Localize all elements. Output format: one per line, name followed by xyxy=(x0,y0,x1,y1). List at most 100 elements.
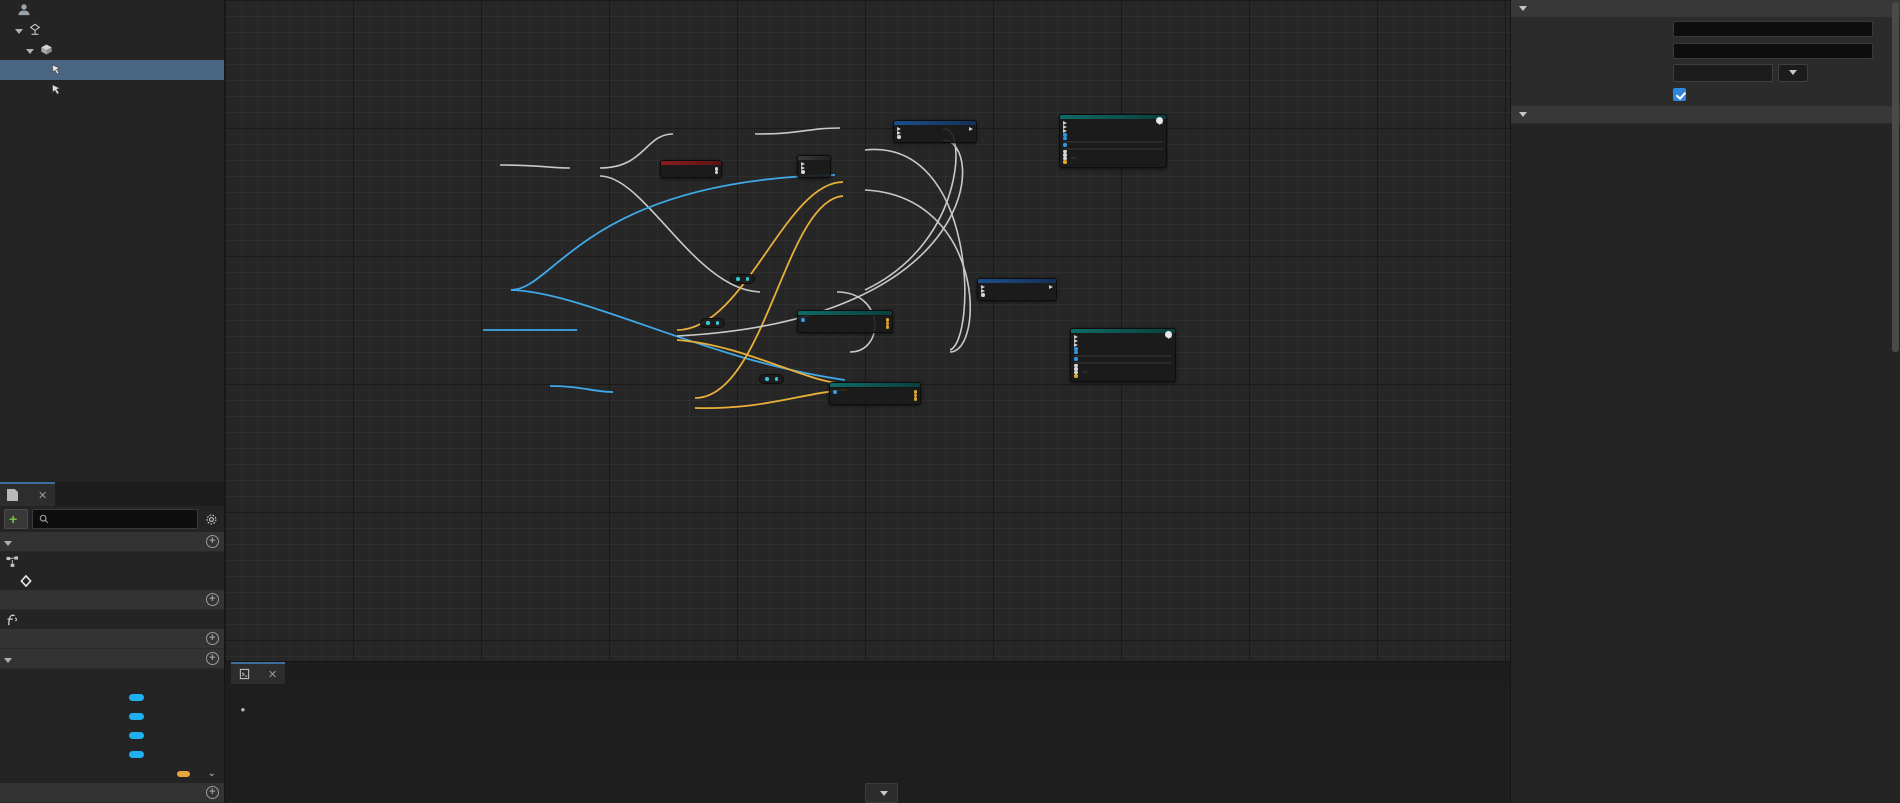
variable-item[interactable]: ⌄ xyxy=(0,764,224,783)
expand-triangle-icon[interactable] xyxy=(26,45,37,56)
category-dropdown-button[interactable] xyxy=(1778,63,1808,82)
static-mesh-icon xyxy=(39,43,54,57)
data-pin-icon[interactable] xyxy=(1074,374,1078,378)
component-tree-item[interactable] xyxy=(0,40,224,60)
component-tree-item[interactable] xyxy=(0,60,224,80)
section-header-graphs[interactable]: + xyxy=(0,532,224,552)
page-button[interactable] xyxy=(865,783,898,803)
variable-item[interactable] xyxy=(0,688,224,707)
event-graph-canvas[interactable] xyxy=(225,0,1510,661)
data-pin-icon[interactable] xyxy=(714,170,718,174)
data-pin-icon[interactable] xyxy=(833,390,837,394)
data-pin-icon[interactable] xyxy=(885,325,889,329)
data-pin-icon[interactable] xyxy=(897,135,901,139)
variable-item[interactable] xyxy=(0,726,224,745)
close-icon[interactable]: ✕ xyxy=(268,668,277,681)
property-row-tooltip xyxy=(1511,40,1900,62)
data-pin-icon[interactable] xyxy=(1074,350,1078,354)
variable-get-node[interactable] xyxy=(730,274,755,284)
function-icon xyxy=(6,614,20,626)
close-icon[interactable]: ✕ xyxy=(38,489,47,502)
graph-node[interactable] xyxy=(660,160,722,178)
tab-my-blueprint[interactable]: ✕ xyxy=(0,482,56,506)
graph-node[interactable] xyxy=(797,155,831,178)
category-combo[interactable] xyxy=(1673,63,1773,82)
graph-node-pin-row[interactable] xyxy=(1074,350,1172,354)
graph-node-pin-row[interactable] xyxy=(1063,160,1163,164)
component-tree-item[interactable] xyxy=(0,20,224,40)
graph-node[interactable] xyxy=(1070,328,1176,382)
details-scrollbar[interactable] xyxy=(1892,2,1899,352)
exec-pin-icon[interactable] xyxy=(969,127,973,131)
over-time-input[interactable] xyxy=(1070,157,1077,160)
data-pin-icon[interactable] xyxy=(745,277,749,281)
my-blueprint-item[interactable] xyxy=(0,552,224,571)
details-category-transform[interactable] xyxy=(1511,106,1900,124)
graph-node[interactable] xyxy=(797,310,893,333)
graph-node[interactable] xyxy=(829,382,921,405)
data-pin-icon[interactable] xyxy=(1063,136,1067,140)
component-tree-item[interactable] xyxy=(0,80,224,100)
graph-node-body xyxy=(798,316,892,332)
graph-node-pin-row[interactable] xyxy=(1074,374,1172,378)
graph-node[interactable] xyxy=(977,278,1057,301)
variable-get-node[interactable] xyxy=(700,318,725,328)
section-header-functions[interactable]: + xyxy=(0,590,224,610)
data-pin-icon[interactable] xyxy=(1074,357,1078,361)
data-pin-icon[interactable] xyxy=(765,377,769,381)
data-pin-icon[interactable] xyxy=(981,293,985,297)
data-pin-icon[interactable] xyxy=(715,321,719,325)
section-header-event_dispatchers[interactable]: + xyxy=(0,783,224,803)
variable-get-node[interactable] xyxy=(759,374,784,384)
chevron-down-icon[interactable]: ⌄ xyxy=(208,768,216,779)
data-pin-icon[interactable] xyxy=(801,170,805,174)
tooltip-input[interactable] xyxy=(1673,42,1873,59)
graph-node-pin-row[interactable] xyxy=(801,170,827,174)
over-time-input[interactable] xyxy=(1081,371,1088,374)
graph-node-pin-row[interactable] xyxy=(1063,136,1163,140)
data-pin-icon[interactable] xyxy=(774,377,778,381)
graph-node-pin-row[interactable] xyxy=(1063,143,1163,147)
add-section-button[interactable]: + xyxy=(206,535,219,548)
add-section-button[interactable]: + xyxy=(206,593,219,606)
tab-compiler-results[interactable]: ✕ xyxy=(231,662,286,684)
data-pin-icon[interactable] xyxy=(801,318,805,322)
variable-item[interactable] xyxy=(0,707,224,726)
details-category-variable[interactable] xyxy=(1511,0,1900,18)
add-section-button[interactable]: + xyxy=(206,652,219,665)
graph-node-pin-row[interactable] xyxy=(897,135,973,139)
component-tree-item[interactable] xyxy=(0,0,224,20)
search-input[interactable] xyxy=(32,509,198,529)
section-header-macros[interactable]: + xyxy=(0,629,224,649)
details-panel[interactable] xyxy=(1510,0,1900,803)
graph-node-pin-row[interactable] xyxy=(981,293,1053,297)
data-pin-icon[interactable] xyxy=(913,397,917,401)
graph-node-pin-row[interactable] xyxy=(801,325,889,329)
chevron-down-icon[interactable] xyxy=(1519,6,1527,11)
add-section-button[interactable]: + xyxy=(206,786,219,799)
my-blueprint-item[interactable] xyxy=(0,610,224,629)
chevron-down-icon[interactable] xyxy=(1519,112,1527,117)
variable-item[interactable] xyxy=(0,745,224,764)
variable-name-input[interactable] xyxy=(1673,20,1873,37)
graph-node[interactable] xyxy=(893,120,977,143)
settings-gear-button[interactable] xyxy=(202,510,220,528)
graph-node[interactable] xyxy=(1059,114,1167,168)
data-pin-icon[interactable] xyxy=(706,321,710,325)
editable-when-inherited-checkbox[interactable] xyxy=(1673,88,1686,101)
graph-node-pin-row[interactable] xyxy=(833,397,917,401)
exec-pin-icon[interactable] xyxy=(1049,285,1053,289)
log-entry[interactable]: • xyxy=(225,703,1510,718)
data-pin-icon[interactable] xyxy=(1063,160,1067,164)
my-blueprint-item[interactable] xyxy=(0,571,224,590)
expand-triangle-icon[interactable] xyxy=(15,25,26,36)
graph-node-pin-row[interactable] xyxy=(1074,357,1172,361)
node-status-dot xyxy=(1165,331,1172,338)
add-button[interactable]: + xyxy=(4,509,29,529)
data-pin-icon[interactable] xyxy=(736,277,740,281)
section-header-variables[interactable]: + xyxy=(0,649,224,669)
data-pin-icon[interactable] xyxy=(1063,143,1067,147)
graph-node-pin-row[interactable] xyxy=(664,170,718,174)
chevron-down-icon xyxy=(1789,70,1797,75)
add-section-button[interactable]: + xyxy=(206,632,219,645)
